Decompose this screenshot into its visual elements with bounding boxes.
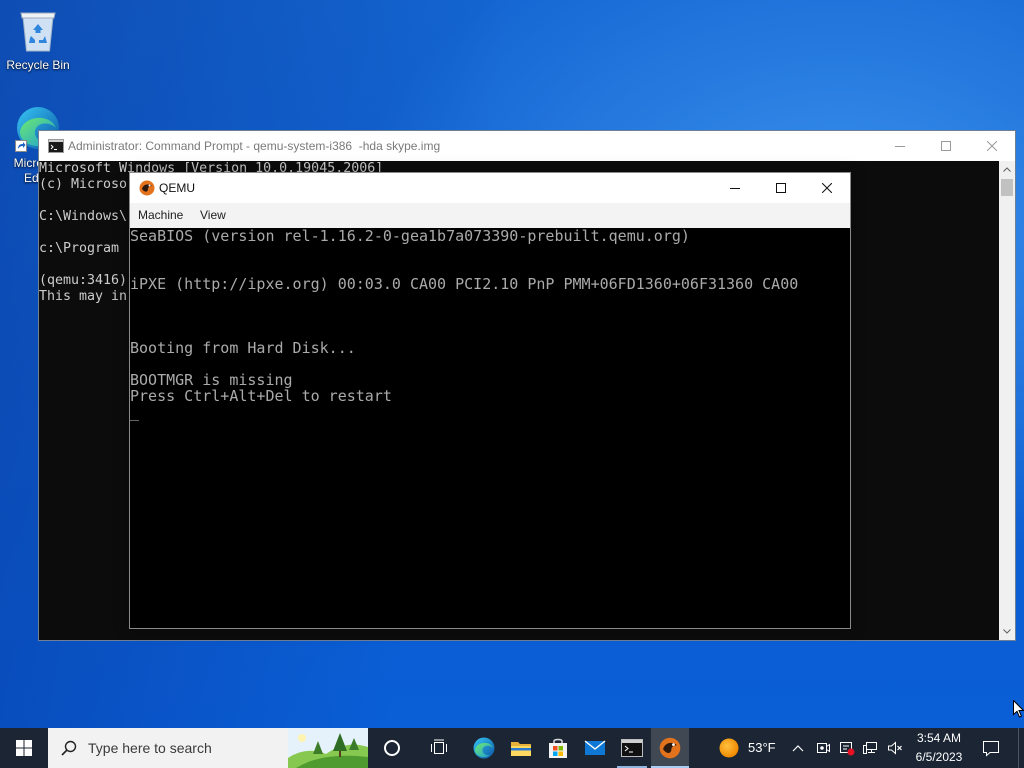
clock-time: 3:54 AM — [916, 731, 962, 745]
scroll-down-button[interactable] — [999, 623, 1015, 640]
action-center-icon — [983, 741, 999, 757]
vm-screen-line: SeaBIOS (version rel-1.16.2-0-gea1b7a073… — [130, 228, 690, 245]
taskbar-app-file-explorer[interactable] — [502, 728, 540, 768]
search-box[interactable]: Type here to search — [48, 728, 368, 768]
vm-screen-line — [130, 244, 850, 260]
minimize-icon — [895, 146, 905, 147]
chevron-up-icon — [1003, 167, 1011, 172]
windows-logo-icon — [16, 740, 32, 756]
sun-icon — [719, 738, 739, 758]
taskbar-app-microsoft-store[interactable] — [539, 728, 577, 768]
minimize-icon — [730, 188, 740, 189]
close-button[interactable] — [969, 131, 1015, 161]
edge-icon — [473, 737, 495, 759]
vm-display[interactable]: SeaBIOS (version rel-1.16.2-0-gea1b7a073… — [130, 228, 850, 628]
tray-meet-now[interactable] — [812, 728, 834, 768]
maximize-icon — [776, 183, 786, 193]
qemu-title-bar[interactable]: QEMU — [130, 173, 850, 203]
desktop: Recycle Bin Microsoft Edge — [0, 0, 1024, 728]
weather-widget[interactable]: 53°F — [712, 728, 784, 768]
meet-now-icon — [817, 743, 830, 753]
chevron-down-icon — [1003, 629, 1011, 634]
recycle-bin-icon — [20, 12, 56, 52]
taskbar-app-mail[interactable] — [576, 728, 614, 768]
close-icon — [822, 183, 832, 193]
maximize-icon — [941, 141, 951, 151]
taskbar-clock[interactable]: 3:54 AM 6/5/2023 — [908, 728, 970, 768]
taskbar: Type here to search 53°F 3:54 AM 6/5/202… — [0, 728, 1024, 768]
tray-network[interactable] — [860, 728, 882, 768]
shortcut-arrow-icon — [15, 140, 27, 152]
mouse-cursor-icon — [1013, 700, 1024, 718]
taskbar-app-command-prompt[interactable] — [613, 728, 651, 768]
vm-screen-line — [130, 324, 850, 340]
close-button[interactable] — [804, 173, 850, 203]
maximize-button[interactable] — [758, 173, 804, 203]
taskbar-app-edge[interactable] — [465, 728, 503, 768]
qemu-icon — [659, 737, 681, 759]
command-prompt-icon — [48, 139, 64, 153]
mail-icon — [584, 740, 606, 755]
menu-machine[interactable]: Machine — [138, 203, 183, 228]
vm-screen-line: Booting from Hard Disk... — [130, 339, 356, 357]
vm-screen-line — [130, 356, 850, 372]
search-placeholder: Type here to search — [88, 740, 212, 756]
show-desktop-button[interactable] — [1018, 728, 1024, 768]
security-icon — [840, 742, 855, 756]
cmd-title-bar[interactable]: Administrator: Command Prompt - qemu-sys… — [39, 131, 1015, 161]
start-button[interactable] — [0, 728, 48, 768]
qemu-window-title: QEMU — [159, 181, 195, 195]
search-icon — [61, 740, 77, 756]
cortana-icon — [384, 740, 400, 756]
show-hidden-icons-button[interactable] — [787, 728, 809, 768]
qemu-menu-bar: Machine View — [130, 203, 850, 228]
tray-volume[interactable] — [884, 728, 906, 768]
tray-security[interactable] — [836, 728, 858, 768]
task-view-icon — [431, 739, 447, 754]
qemu-window[interactable]: QEMU Machine View SeaBIOS (version rel-1… — [129, 172, 851, 629]
desktop-icon-label: Recycle Bin — [6, 58, 70, 72]
scroll-up-button[interactable] — [999, 161, 1015, 178]
desktop-icon-recycle-bin[interactable]: Recycle Bin — [0, 6, 76, 90]
taskbar-app-qemu[interactable] — [651, 728, 689, 768]
minimize-button[interactable] — [712, 173, 758, 203]
action-center-button[interactable] — [976, 728, 1006, 768]
vm-screen-line — [130, 292, 850, 308]
search-highlight-illustration — [288, 728, 368, 768]
menu-view[interactable]: View — [200, 203, 226, 228]
scroll-thumb[interactable] — [1001, 179, 1013, 196]
maximize-button[interactable] — [923, 131, 969, 161]
weather-temperature: 53°F — [748, 740, 776, 755]
vertical-scrollbar[interactable] — [999, 161, 1015, 640]
file-explorer-icon — [511, 742, 531, 756]
volume-muted-icon — [888, 741, 902, 755]
command-prompt-icon — [621, 739, 643, 757]
vm-screen-line: Press Ctrl+Alt+Del to restart — [130, 387, 392, 405]
taskbar-app-cortana[interactable] — [373, 728, 411, 768]
vm-screen-line: _ — [130, 403, 140, 421]
vm-screen-line — [130, 260, 850, 276]
vm-screen-line: iPXE (http://ipxe.org) 00:03.0 CA00 PCI2… — [130, 275, 799, 293]
minimize-button[interactable] — [877, 131, 923, 161]
cmd-window-title: Administrator: Command Prompt - qemu-sys… — [68, 139, 441, 153]
vm-screen-line — [130, 308, 850, 324]
network-icon — [863, 742, 877, 754]
taskbar-app-task-view[interactable] — [420, 728, 458, 768]
close-icon — [987, 141, 997, 151]
vm-screen-line: BOOTMGR is missing — [130, 371, 293, 389]
qemu-icon — [139, 180, 155, 196]
clock-date: 6/5/2023 — [915, 750, 963, 764]
chevron-up-icon — [792, 745, 804, 752]
microsoft-store-icon — [549, 738, 567, 758]
